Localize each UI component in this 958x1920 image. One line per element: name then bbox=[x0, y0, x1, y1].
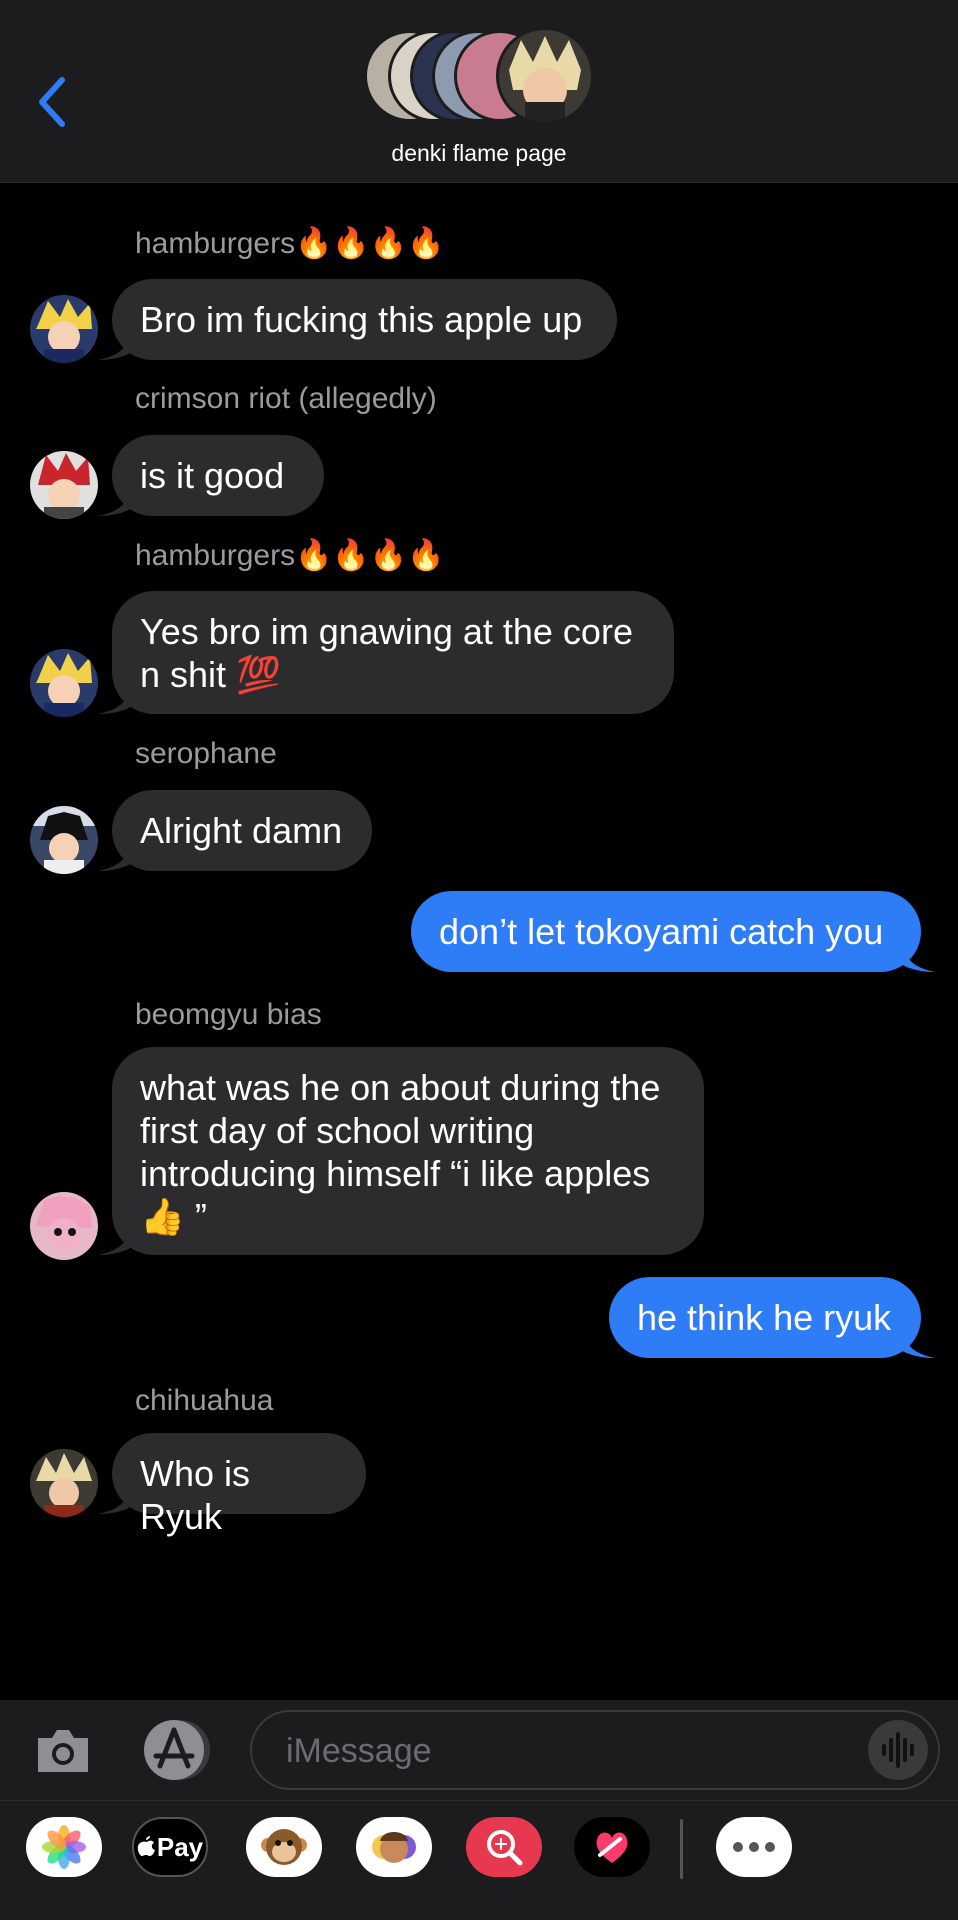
message-text: he think he ryuk bbox=[637, 1297, 892, 1338]
more-icon bbox=[733, 1842, 775, 1852]
message-text: what was he on about during the first da… bbox=[140, 1067, 661, 1237]
message-text: Bro im fucking this apple up bbox=[140, 299, 583, 340]
message-text: is it good bbox=[140, 455, 285, 496]
group-avatar-stack[interactable] bbox=[364, 27, 594, 128]
member-avatar bbox=[496, 27, 594, 125]
group-name[interactable]: denki flame page bbox=[0, 140, 958, 167]
composer-bar bbox=[0, 1700, 958, 1800]
message-bubble-outgoing[interactable]: he think he ryuk bbox=[609, 1277, 935, 1358]
app-store-icon bbox=[144, 1720, 210, 1780]
apple-logo-icon bbox=[137, 1836, 155, 1856]
sender-name: crimson riot (allegedly) bbox=[135, 382, 437, 415]
conversation-header: denki flame page bbox=[0, 0, 958, 183]
sender-name: hamburgers🔥🔥🔥🔥 bbox=[135, 539, 445, 572]
camera-icon bbox=[38, 1730, 88, 1772]
sender-name: beomgyu bias bbox=[135, 998, 322, 1031]
message-bubble-incoming[interactable]: is it good bbox=[98, 435, 324, 516]
sender-name: serophane bbox=[135, 737, 277, 770]
photos-icon bbox=[42, 1825, 86, 1869]
message-bubble-incoming[interactable]: Yes bro im gnawing at the core n shit 💯 bbox=[98, 591, 674, 714]
monkey-icon bbox=[261, 1829, 307, 1865]
message-text: Yes bro im gnawing at the core n shit 💯 bbox=[140, 611, 633, 695]
apple-pay-button[interactable]: Pay bbox=[132, 1817, 208, 1877]
message-text: Alright damn bbox=[140, 810, 343, 851]
back-button[interactable] bbox=[32, 74, 72, 130]
message-bubble-incoming[interactable]: Bro im fucking this apple up bbox=[98, 279, 617, 360]
app-drawer: Pay bbox=[0, 1800, 958, 1920]
avatar[interactable] bbox=[30, 649, 98, 717]
avatar[interactable] bbox=[30, 451, 98, 519]
heart-icon bbox=[596, 1832, 628, 1863]
app-store-button[interactable] bbox=[140, 1718, 214, 1782]
message-text: don’t let tokoyami catch you bbox=[439, 911, 884, 952]
photos-app-button[interactable] bbox=[26, 1817, 102, 1877]
waveform-icon bbox=[882, 1732, 914, 1768]
audio-record-button[interactable] bbox=[868, 1720, 928, 1780]
animoji-button[interactable] bbox=[246, 1817, 322, 1877]
image-search-icon bbox=[487, 1830, 523, 1866]
message-bubble-incoming[interactable]: Alright damn bbox=[98, 790, 372, 871]
memoji-icon bbox=[372, 1832, 416, 1863]
avatar[interactable] bbox=[30, 295, 98, 363]
chevron-left-icon bbox=[39, 77, 65, 127]
message-bubble-incoming[interactable]: Who is Ryuk bbox=[98, 1433, 366, 1537]
camera-button[interactable] bbox=[32, 1720, 94, 1782]
sender-name: chihuahua bbox=[135, 1384, 274, 1417]
avatar[interactable] bbox=[30, 806, 98, 874]
drawer-divider bbox=[680, 1819, 683, 1879]
apple-pay-label: Pay bbox=[156, 1831, 204, 1862]
memoji-button[interactable] bbox=[356, 1817, 432, 1877]
sender-name: hamburgers🔥🔥🔥🔥 bbox=[135, 227, 445, 260]
more-apps-button[interactable] bbox=[716, 1817, 792, 1877]
message-bubble-incoming[interactable]: what was he on about during the first da… bbox=[98, 1047, 704, 1255]
message-text: Who is Ryuk bbox=[140, 1453, 261, 1537]
avatar[interactable] bbox=[30, 1449, 98, 1517]
image-search-button[interactable] bbox=[466, 1817, 542, 1877]
digital-touch-button[interactable] bbox=[574, 1817, 650, 1877]
avatar[interactable] bbox=[30, 1192, 98, 1260]
message-bubble-outgoing[interactable]: don’t let tokoyami catch you bbox=[411, 891, 935, 972]
message-input-container bbox=[250, 1710, 940, 1790]
message-input[interactable] bbox=[284, 1722, 848, 1780]
